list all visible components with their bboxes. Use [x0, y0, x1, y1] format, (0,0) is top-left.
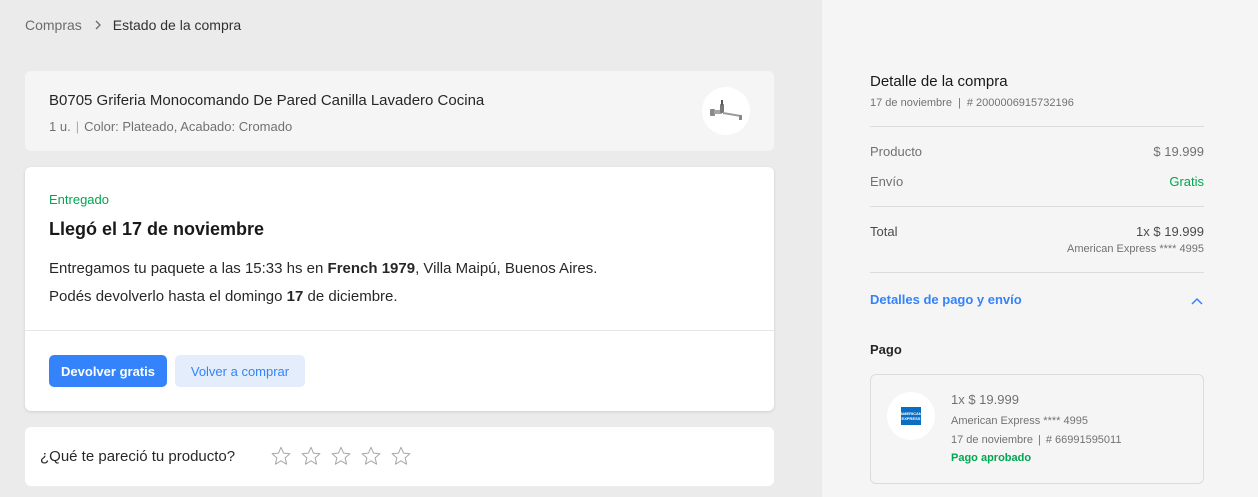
star-icon[interactable]	[270, 445, 292, 467]
rating-question: ¿Qué te pareció tu producto?	[40, 448, 236, 465]
payment-card: AMERICAN EXPRESS 1x $ 19.999 American Exp…	[870, 374, 1204, 484]
payment-status: Pago aprobado	[951, 452, 1032, 464]
amex-icon: AMERICAN EXPRESS	[887, 392, 935, 440]
star-icon[interactable]	[300, 445, 322, 467]
product-price-value: $ 19.999	[1153, 144, 1204, 159]
status-badge: Entregado	[49, 192, 109, 207]
chevron-up-icon[interactable]	[1190, 294, 1204, 308]
star-rating[interactable]	[270, 445, 412, 467]
delivery-detail: Entregamos tu paquete a las 15:33 hs en …	[49, 260, 597, 277]
delivery-detail-suffix: , Villa Maipú, Buenos Aires.	[415, 260, 598, 277]
divider	[25, 330, 774, 331]
meta-separator: |	[1037, 434, 1041, 446]
return-deadline-prefix: Podés devolverlo hasta el domingo	[49, 288, 287, 305]
payment-card-info: American Express **** 4995	[951, 415, 1088, 427]
amex-logo-mark: AMERICAN EXPRESS	[900, 407, 922, 425]
total-value: 1x $ 19.999	[1136, 224, 1204, 239]
product-quantity: 1 u.	[49, 119, 71, 134]
product-attributes: 1 u. | Color: Plateado, Acabado: Cromado	[49, 119, 292, 134]
faucet-icon	[710, 100, 742, 120]
return-deadline: Podés devolverlo hasta el domingo 17 de …	[49, 288, 398, 305]
return-deadline-day: 17	[286, 288, 304, 305]
total-label: Total	[870, 224, 898, 239]
star-icon[interactable]	[360, 445, 382, 467]
summary-title: Detalle de la compra	[870, 73, 1008, 90]
shipping-label: Envío	[870, 174, 904, 189]
product-thumbnail[interactable]	[702, 87, 750, 135]
total-payment-method: American Express **** 4995	[1067, 243, 1204, 255]
payment-shipping-details-toggle[interactable]: Detalles de pago y envío	[870, 292, 1204, 312]
return-deadline-suffix: de diciembre.	[303, 288, 398, 305]
payment-amount: 1x $ 19.999	[951, 392, 1019, 407]
purchase-summary-sidebar: Detalle de la compra 17 de noviembre | # 2…	[822, 0, 1258, 497]
star-icon[interactable]	[390, 445, 412, 467]
delivery-detail-prefix: Entregamos tu paquete a las 15:33 hs en	[49, 260, 328, 277]
details-toggle-label[interactable]: Detalles de pago y envío	[870, 292, 1022, 307]
product-card[interactable]: B0705 Griferia Monocomando De Pared Cani…	[25, 71, 774, 151]
buy-again-button[interactable]: Volver a comprar	[175, 355, 305, 387]
payment-section-title: Pago	[870, 342, 902, 357]
divider	[870, 126, 1204, 127]
divider	[870, 272, 1204, 273]
delivery-status-card: Entregado Llegó el 17 de noviembre Entre…	[25, 167, 774, 411]
payment-meta: 17 de noviembre | # 66991595011	[951, 434, 1121, 446]
star-icon[interactable]	[330, 445, 352, 467]
payment-operation-number: # 66991595011	[1045, 434, 1122, 446]
breadcrumb-link-compras[interactable]: Compras	[25, 17, 82, 33]
attribute-separator: |	[75, 119, 80, 134]
rating-card: ¿Qué te pareció tu producto?	[25, 427, 774, 486]
breadcrumb-current: Estado de la compra	[112, 17, 242, 33]
breadcrumb: Compras Estado de la compra	[25, 17, 241, 33]
product-price-label: Producto	[870, 144, 923, 159]
chevron-right-icon	[94, 20, 102, 30]
payment-date: 17 de noviembre	[951, 434, 1033, 446]
return-free-button[interactable]: Devolver gratis	[49, 355, 167, 387]
main-column: Compras Estado de la compra B0705 Grifer…	[0, 0, 822, 497]
delivery-address: French 1979	[327, 260, 416, 277]
divider	[870, 206, 1204, 207]
meta-separator: |	[957, 97, 961, 109]
product-variant: Color: Plateado, Acabado: Cromado	[84, 119, 293, 134]
purchase-date: 17 de noviembre	[870, 97, 952, 109]
delivery-title: Llegó el 17 de noviembre	[49, 219, 265, 239]
shipping-value: Gratis	[1169, 174, 1204, 189]
product-title[interactable]: B0705 Griferia Monocomando De Pared Cani…	[49, 92, 484, 109]
summary-meta: 17 de noviembre | # 2000006915732196	[870, 97, 1074, 109]
order-number: # 2000006915732196	[966, 97, 1074, 109]
